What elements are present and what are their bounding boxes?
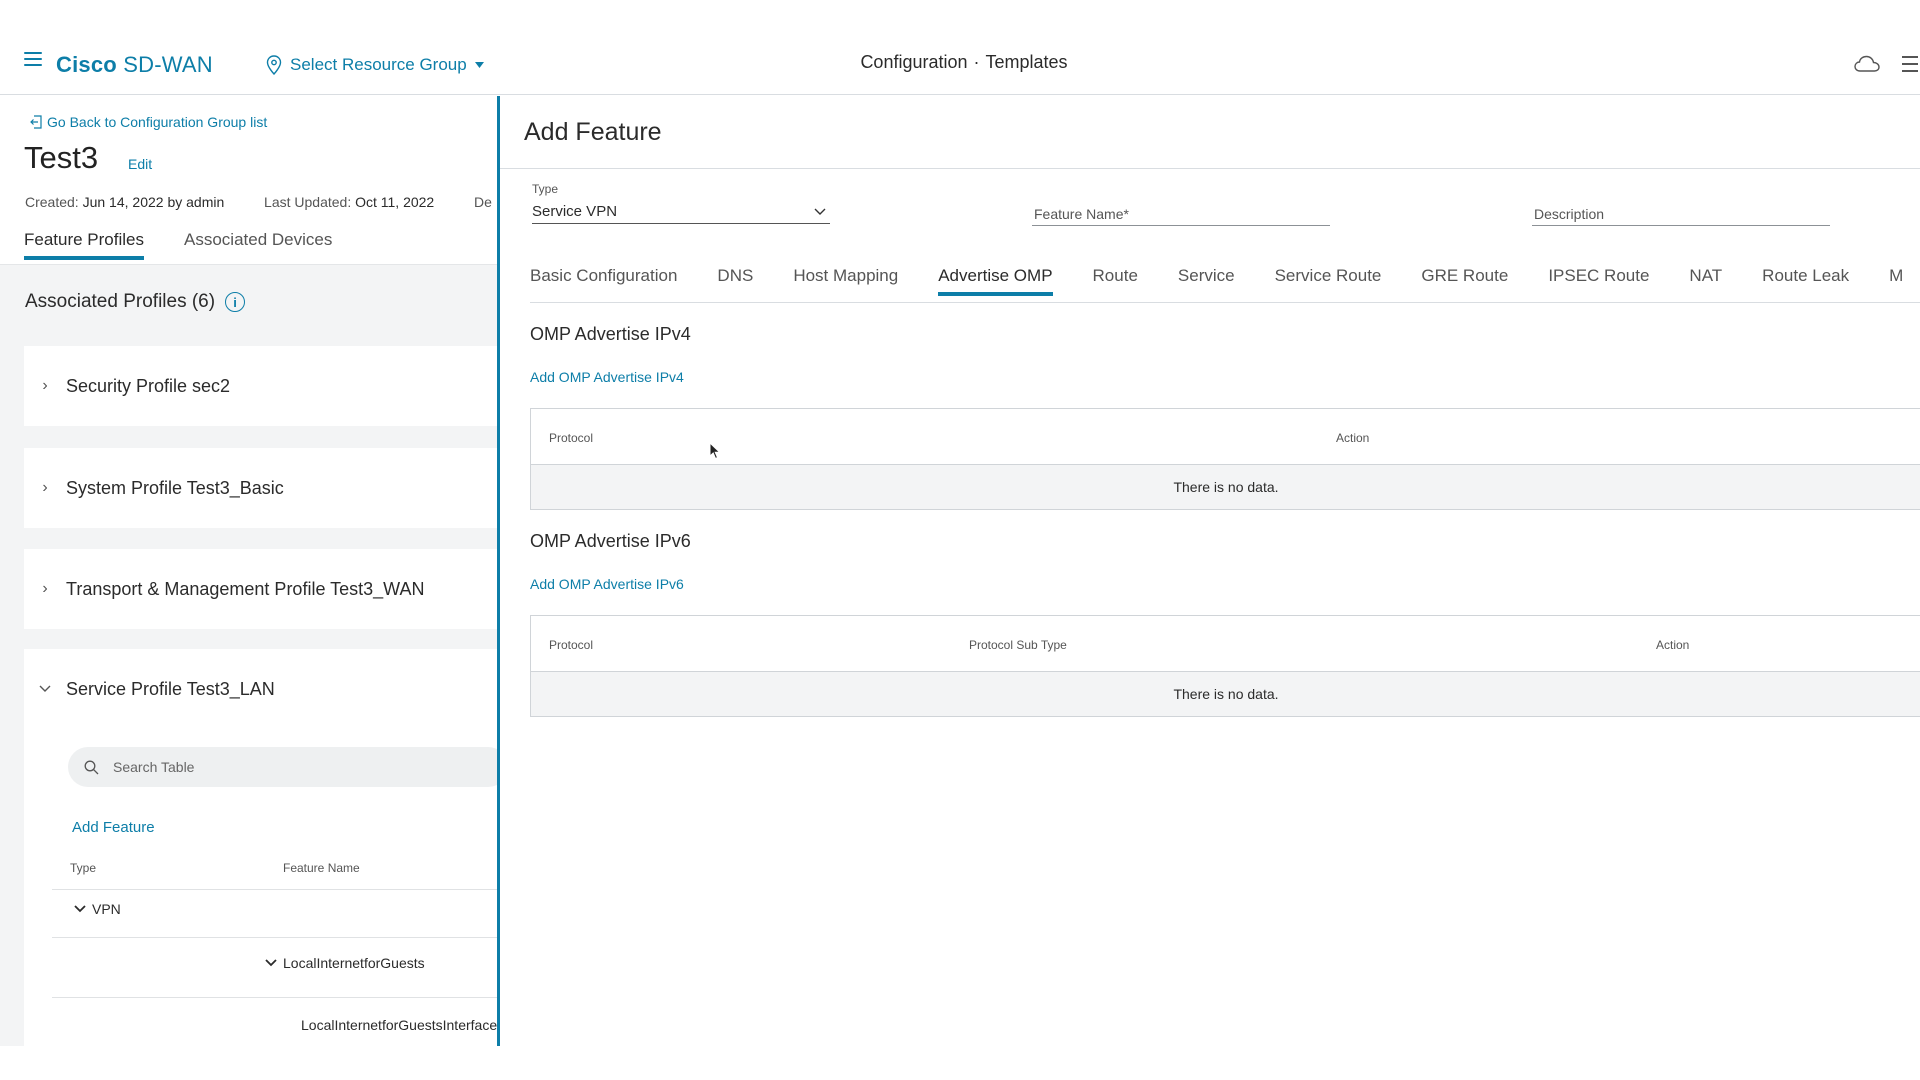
col-protocol: Protocol — [549, 638, 594, 652]
truncated-text: De — [474, 194, 492, 210]
type-value: Service VPN — [532, 203, 618, 220]
type-label: Type — [532, 182, 559, 196]
description-field — [1532, 204, 1830, 226]
chevron-right-icon: › — [42, 580, 48, 597]
profile-label: Security Profile sec2 — [66, 375, 231, 396]
profile-label: Transport & Management Profile Test3_WAN — [66, 578, 425, 599]
list-icon[interactable] — [1902, 56, 1918, 77]
search-icon — [84, 760, 99, 774]
service-profile-header[interactable]: Service Profile Test3_LAN — [24, 649, 498, 729]
edit-group-link[interactable]: Edit — [128, 156, 152, 172]
config-group-name: Test3 — [24, 140, 99, 175]
empty-text: There is no data. — [1173, 479, 1279, 495]
tab-host-mapping[interactable]: Host Mapping — [793, 266, 898, 296]
table-header: Protocol Action — [531, 409, 1920, 465]
chevron-right-icon: › — [42, 377, 48, 394]
tab-advertise-omp[interactable]: Advertise OMP — [938, 266, 1053, 296]
divider — [52, 889, 498, 890]
omp-ipv6-table: Protocol Protocol Sub Type Action There … — [530, 615, 1920, 717]
interface-label: LocalInternetforGuestsInterface — [301, 1017, 498, 1033]
tab-ipsec-route[interactable]: IPSEC Route — [1548, 266, 1649, 296]
feature-name-input[interactable] — [1032, 204, 1330, 224]
config-group-panel: Go Back to Configuration Group list Test… — [0, 96, 498, 1046]
divider — [530, 302, 1920, 303]
empty-row: There is no data. — [531, 465, 1920, 509]
feature-name-field — [1032, 204, 1330, 226]
updated-value: Oct 11, 2022 — [355, 194, 435, 210]
chevron-down-icon — [814, 208, 826, 215]
interface-row[interactable]: LocalInternetforGuestsInterface — [301, 1017, 497, 1033]
drawer-title: Add Feature — [524, 118, 662, 146]
back-icon — [30, 115, 42, 129]
profile-card-security[interactable]: › Security Profile sec2 — [24, 346, 498, 426]
updated-label: Last Updated: — [264, 194, 352, 210]
col-protocol-sub-type: Protocol Sub Type — [969, 638, 1067, 652]
associated-profiles-label: Associated Profiles (6) — [25, 291, 216, 312]
title-page: Templates — [985, 52, 1068, 72]
search-table-box — [68, 747, 498, 787]
description-input[interactable] — [1532, 204, 1830, 224]
cloud-icon[interactable] — [1854, 55, 1880, 73]
tab-route-leak[interactable]: Route Leak — [1762, 266, 1849, 296]
col-type: Type — [70, 861, 97, 875]
col-action: Action — [1656, 638, 1690, 652]
feature-label: LocalInternetforGuests — [283, 955, 425, 971]
info-icon[interactable]: i — [225, 292, 246, 312]
vpn-label: VPN — [92, 901, 121, 917]
created-label: Created: — [25, 194, 79, 210]
chevron-right-icon: › — [42, 479, 48, 496]
type-select[interactable]: Service VPN — [532, 200, 830, 224]
top-header: Cisco SD-WAN Select Resource Group Confi… — [0, 0, 1920, 95]
chevron-down-icon — [265, 959, 277, 967]
divider — [52, 937, 498, 938]
add-omp-ipv6-link[interactable]: Add OMP Advertise IPv6 — [530, 576, 684, 592]
vpn-row[interactable]: VPN — [74, 901, 121, 917]
tab-dns[interactable]: DNS — [717, 266, 753, 296]
title-separator: · — [973, 52, 980, 72]
title-section: Configuration — [860, 52, 968, 72]
divider — [500, 168, 1920, 169]
empty-text: There is no data. — [1173, 686, 1279, 702]
back-to-config-group-link[interactable]: Go Back to Configuration Group list — [30, 114, 267, 130]
profile-card-transport[interactable]: › Transport & Management Profile Test3_W… — [24, 549, 498, 629]
feature-row[interactable]: LocalInternetforGuests — [265, 955, 425, 971]
add-feature-drawer: Add Feature Type Service VPN Basic Confi… — [500, 96, 1920, 1046]
profile-label: Service Profile Test3_LAN — [66, 678, 275, 699]
tab-basic-configuration[interactable]: Basic Configuration — [530, 266, 677, 296]
tab-service[interactable]: Service — [1178, 266, 1235, 296]
tab-service-route[interactable]: Service Route — [1275, 266, 1382, 296]
add-omp-ipv4-link[interactable]: Add OMP Advertise IPv4 — [530, 369, 684, 385]
tab-gre-route[interactable]: GRE Route — [1421, 266, 1508, 296]
empty-row: There is no data. — [531, 672, 1920, 716]
col-protocol: Protocol — [549, 431, 594, 445]
col-action: Action — [1336, 431, 1370, 445]
feature-tabs: Basic Configuration DNS Host Mapping Adv… — [530, 266, 1920, 296]
associated-profiles-header: Associated Profiles (6) i — [25, 291, 246, 313]
created-value: Jun 14, 2022 by admin — [82, 194, 225, 210]
back-link-label: Go Back to Configuration Group list — [47, 114, 268, 130]
tab-nat[interactable]: NAT — [1689, 266, 1722, 296]
page-title: Configuration · Templates — [0, 52, 1920, 73]
tab-associated-devices[interactable]: Associated Devices — [184, 230, 332, 260]
profile-card-system[interactable]: › System Profile Test3_Basic — [24, 448, 498, 528]
profile-label: System Profile Test3_Basic — [66, 477, 284, 498]
chevron-down-icon — [24, 680, 66, 698]
group-metadata: Created: Jun 14, 2022 by admin Last Upda… — [25, 194, 492, 210]
add-feature-link[interactable]: Add Feature — [72, 819, 155, 836]
divider — [52, 997, 498, 998]
chevron-down-icon — [74, 905, 86, 913]
omp-ipv4-table: Protocol Action There is no data. — [530, 408, 1920, 510]
profile-card-service: Service Profile Test3_LAN Add Feature Ty… — [24, 649, 498, 1046]
omp-ipv6-title: OMP Advertise IPv6 — [530, 531, 691, 551]
tab-feature-profiles[interactable]: Feature Profiles — [24, 230, 144, 260]
search-table-input[interactable] — [113, 759, 433, 775]
col-feature-name: Feature Name — [283, 861, 360, 875]
left-tabs: Feature Profiles Associated Devices — [24, 230, 332, 260]
omp-ipv4-title: OMP Advertise IPv4 — [530, 324, 691, 344]
mouse-cursor-icon — [709, 442, 721, 460]
profiles-area: Associated Profiles (6) i › Security Pro… — [0, 264, 498, 1046]
tab-route[interactable]: Route — [1093, 266, 1138, 296]
table-header: Protocol Protocol Sub Type Action — [531, 616, 1920, 672]
tab-more-truncated[interactable]: M — [1889, 266, 1903, 296]
